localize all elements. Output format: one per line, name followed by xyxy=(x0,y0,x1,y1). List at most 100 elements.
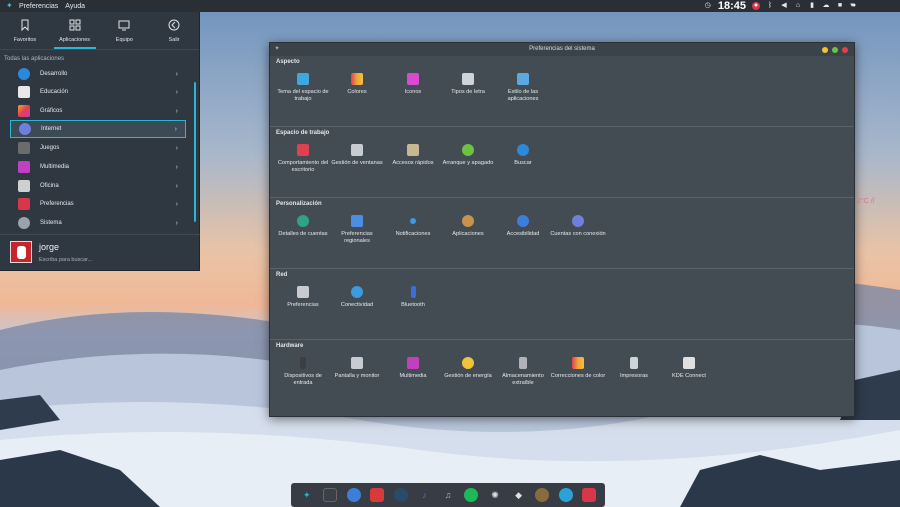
lock-icon[interactable]: ■ xyxy=(836,2,844,10)
tab-favoritos[interactable]: Favoritos xyxy=(0,12,50,49)
tab-favoritos-label: Favoritos xyxy=(13,36,37,43)
item-iconos[interactable]: Iconos xyxy=(385,73,441,96)
gimp-icon[interactable] xyxy=(535,488,550,502)
item-dispositivos-entrada[interactable]: Dispositivos de entrada xyxy=(275,357,331,387)
item-label: Pantalla y monitor xyxy=(334,373,380,379)
item-multimedia[interactable]: Multimedia xyxy=(385,357,441,380)
item-kde-connect[interactable]: KDE Connect xyxy=(661,357,717,380)
item-label: Gestión de energía xyxy=(444,373,492,379)
item-label: Impresoras xyxy=(620,373,648,379)
weather-widget[interactable]: 2°C // xyxy=(857,198,875,205)
item-detalles-cuentas[interactable]: Detalles de cuentas xyxy=(275,215,331,238)
system-icon xyxy=(18,217,30,229)
item-red-preferencias[interactable]: Preferencias xyxy=(275,286,331,309)
steam-icon[interactable] xyxy=(393,488,408,502)
item-label: Tema del espacio de trabajo xyxy=(277,89,329,102)
monitor-icon xyxy=(351,357,363,369)
tab-equipo[interactable]: Equipo xyxy=(100,12,150,49)
launcher-scrollbar[interactable] xyxy=(194,82,196,222)
item-label: Estilo de las aplicaciones xyxy=(507,89,539,102)
item-arranque-apagado[interactable]: Arranque y apagado xyxy=(440,144,496,167)
app-menu-icon[interactable]: ✦ xyxy=(6,2,14,10)
item-aplicaciones[interactable]: Aplicaciones xyxy=(440,215,496,238)
category-sistema[interactable]: Sistema › xyxy=(10,214,186,232)
window-titlebar[interactable]: ✦ Preferencias del sistema xyxy=(270,43,854,56)
item-comportamiento-escritorio[interactable]: Comportamiento del escritorio xyxy=(275,144,331,174)
avatar[interactable] xyxy=(10,241,32,263)
item-gestion-ventanas[interactable]: Gestión de ventanas xyxy=(329,144,385,167)
category-internet[interactable]: Internet › xyxy=(10,120,186,138)
item-conectividad[interactable]: Conectividad xyxy=(329,286,385,309)
category-graficos[interactable]: Gráficos › xyxy=(10,102,186,120)
menu-ayuda[interactable]: Ayuda xyxy=(65,3,85,10)
music-note-icon[interactable]: ♫ xyxy=(441,488,455,502)
cloud-icon[interactable]: ☁ xyxy=(822,2,830,10)
user-name: jorge xyxy=(39,242,60,252)
volume-icon[interactable]: ◀ xyxy=(780,2,788,10)
telegram-icon[interactable] xyxy=(558,488,573,502)
bluetooth-icon xyxy=(410,286,416,298)
close-button[interactable] xyxy=(842,47,848,53)
window-title: Preferencias del sistema xyxy=(529,46,595,52)
item-notificaciones[interactable]: Notificaciones xyxy=(385,215,441,238)
syncthing-icon[interactable]: ✺ xyxy=(488,488,502,502)
item-correcciones-color[interactable]: Correcciones de color xyxy=(550,357,606,380)
multimedia-icon xyxy=(407,357,419,369)
maximize-button[interactable] xyxy=(832,47,838,53)
network-icon[interactable]: ⌂ xyxy=(794,2,802,10)
minimize-button[interactable] xyxy=(822,47,828,53)
vivaldi-icon[interactable] xyxy=(370,488,385,502)
item-label: Dispositivos de entrada xyxy=(284,373,322,386)
notification-badge-icon[interactable]: ● xyxy=(752,2,760,10)
chevron-down-icon[interactable]: ▾ xyxy=(848,2,856,10)
desktop-behavior-icon xyxy=(297,144,309,156)
window-menu-icon[interactable]: ✦ xyxy=(274,46,280,52)
item-accesos-rapidos[interactable]: Accesos rápidos xyxy=(385,144,441,167)
item-tema-espacio-trabajo[interactable]: Tema del espacio de trabajo xyxy=(275,73,331,103)
terminal-icon[interactable] xyxy=(323,488,338,502)
spotify-icon[interactable] xyxy=(464,488,479,502)
item-tipos-letra[interactable]: Tipos de letra xyxy=(440,73,496,96)
category-juegos[interactable]: Juegos › xyxy=(10,139,186,157)
item-accesibilidad[interactable]: Accesibilidad xyxy=(495,215,551,238)
mouse-icon xyxy=(300,357,306,369)
qbittorrent-icon[interactable] xyxy=(346,488,361,502)
inkscape-icon[interactable]: ◆ xyxy=(512,488,526,502)
item-colores[interactable]: Colores xyxy=(329,73,385,96)
preferences-icon[interactable] xyxy=(582,488,597,502)
item-impresoras[interactable]: Impresoras xyxy=(606,357,662,380)
kde-connect-icon xyxy=(683,357,695,369)
music-player-icon[interactable]: ♪ xyxy=(417,488,431,502)
category-label: Internet xyxy=(41,126,62,132)
share-icon xyxy=(351,286,363,298)
tab-aplicaciones[interactable]: Aplicaciones xyxy=(50,12,100,49)
battery-icon[interactable]: ▮ xyxy=(808,2,816,10)
category-educacion[interactable]: Educación › xyxy=(10,83,186,101)
item-almacenamiento-extraible[interactable]: Almacenamiento extraíble xyxy=(495,357,551,387)
menu-preferencias[interactable]: Preferencias xyxy=(19,3,58,10)
item-gestion-energia[interactable]: Gestión de energía xyxy=(440,357,496,380)
category-multimedia[interactable]: Multimedia › xyxy=(10,158,186,176)
category-preferencias[interactable]: Preferencias › xyxy=(10,195,186,213)
bluetooth-icon[interactable]: ᛒ xyxy=(766,2,774,10)
item-bluetooth[interactable]: Bluetooth xyxy=(385,286,441,309)
launcher-icon[interactable]: ✦ xyxy=(300,488,314,502)
item-pantalla-monitor[interactable]: Pantalla y monitor xyxy=(329,357,385,380)
section-title: Aspecto xyxy=(276,59,300,65)
tab-salir[interactable]: Salir xyxy=(149,12,199,49)
power-icon xyxy=(462,357,474,369)
category-label: Multimedia xyxy=(40,164,70,170)
clock[interactable]: 18:45 xyxy=(718,0,746,12)
search-input[interactable]: Escriba para buscar... xyxy=(39,257,92,263)
item-cuentas-conexion[interactable]: Cuentas con conexión xyxy=(550,215,606,238)
item-buscar[interactable]: Buscar xyxy=(495,144,551,167)
item-preferencias-regionales[interactable]: Preferencias regionales xyxy=(329,215,385,245)
category-desarrollo[interactable]: Desarrollo › xyxy=(10,65,186,83)
category-label: Gráficos xyxy=(40,108,63,114)
item-label: Buscar xyxy=(514,160,532,166)
window-management-icon xyxy=(351,144,363,156)
category-oficina[interactable]: Oficina › xyxy=(10,177,186,195)
monitor-icon xyxy=(118,20,130,30)
section-aspecto: Aspecto Tema del espacio de trabajo Colo… xyxy=(270,56,854,127)
item-estilo-aplicaciones[interactable]: Estilo de las aplicaciones xyxy=(495,73,551,103)
